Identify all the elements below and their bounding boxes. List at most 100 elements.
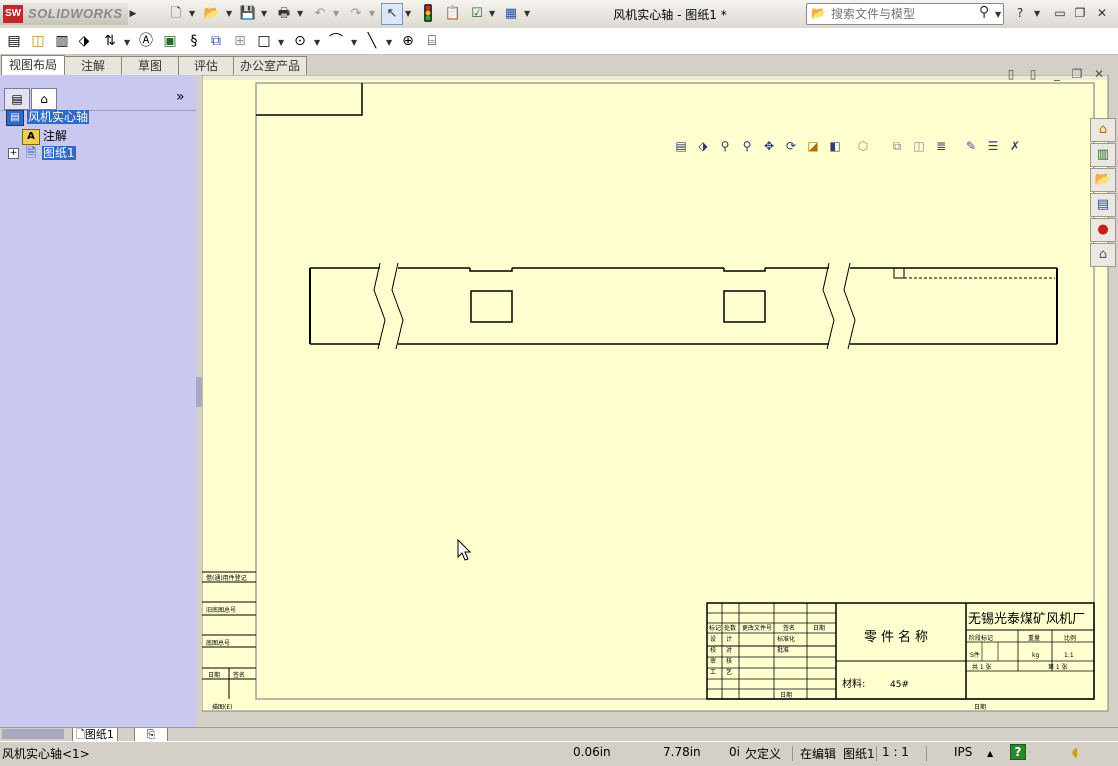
section-view-icon[interactable]: ⬗ <box>74 31 94 51</box>
circle-icon[interactable]: ⊙ <box>290 31 310 51</box>
table-icon[interactable]: ▦ <box>500 3 522 25</box>
chevron-down-icon[interactable]: ▼ <box>124 38 130 47</box>
solidworks-resources-icon[interactable]: ⌂ <box>1090 118 1116 142</box>
zoom-in-out-icon[interactable]: ⚲ <box>716 137 734 155</box>
search-box[interactable]: 📂 ⚲ ▼ <box>806 3 1004 25</box>
model-view-icon[interactable]: ▤ <box>4 31 24 51</box>
expand-icon[interactable]: + <box>8 148 19 159</box>
window-minimize-icon[interactable]: _ <box>1048 65 1066 83</box>
app-logo[interactable]: SW SOLIDWORKS <box>0 3 128 25</box>
rebuild-traffic-light-icon[interactable] <box>418 3 438 25</box>
arc-icon[interactable]: ⌒ <box>326 31 346 51</box>
chevron-down-icon[interactable]: ▼ <box>524 9 530 18</box>
edit-appearance-icon[interactable]: ✎ <box>962 137 980 155</box>
chevron-down-icon[interactable]: ▼ <box>278 38 284 47</box>
chevron-down-icon[interactable]: ▼ <box>351 38 357 47</box>
drawing-canvas[interactable]: 借(通)用件登记 旧底图总号 底图总号 日期 签名 描图(E) 标记 处数 更改… <box>202 75 1118 727</box>
alternate-position-icon[interactable]: ⧉ <box>206 31 226 51</box>
menu-expand-icon[interactable]: ▶ <box>128 3 138 25</box>
print-icon[interactable]: 🖶 <box>272 3 296 25</box>
chevron-down-icon[interactable]: ▼ <box>995 10 1001 19</box>
break-view-icon[interactable]: § <box>184 31 204 51</box>
file-properties-icon[interactable]: 📋 <box>442 3 464 25</box>
tab-office-products[interactable]: 办公室产品 <box>233 56 307 75</box>
add-sheet-icon[interactable]: ⎘ <box>134 728 168 742</box>
redo-icon[interactable]: ↷ <box>344 3 368 25</box>
search-icon[interactable]: ⚲ <box>979 4 989 20</box>
zoom-to-selection-icon[interactable]: ⚲ <box>738 137 756 155</box>
help-status-icon[interactable]: ? <box>1010 744 1026 760</box>
window-cascade-icon[interactable]: ▯ <box>1024 65 1042 83</box>
close-button[interactable]: ✕ <box>1094 5 1110 21</box>
auxiliary-view-icon[interactable]: ▥ <box>52 31 72 51</box>
line-format-icon[interactable]: ≣ <box>932 137 950 155</box>
standard-views-icon[interactable]: ⊞ <box>230 31 250 51</box>
tree-item-sheet[interactable]: + 🗎 图纸1 <box>8 145 76 161</box>
view-orientation-icon[interactable]: ⬡ <box>854 137 872 155</box>
undo-icon[interactable]: ↶ <box>308 3 332 25</box>
detail-view-icon[interactable]: ⇅ <box>100 31 120 51</box>
chevron-down-icon[interactable]: ▼ <box>369 9 375 18</box>
feature-tree-tab-icon[interactable]: ▤ <box>4 88 30 110</box>
rectangle-icon[interactable]: □ <box>254 31 274 51</box>
line-icon[interactable]: ╲ <box>362 31 382 51</box>
chevron-down-icon[interactable]: ▼ <box>226 9 232 18</box>
options-icon[interactable]: ☑ <box>466 3 488 25</box>
open-folder-icon[interactable]: 📂 <box>200 3 224 25</box>
tab-sketch[interactable]: 草图 <box>121 56 179 75</box>
crop-view-icon[interactable]: ▣ <box>160 31 180 51</box>
collapse-panel-icon[interactable]: » <box>176 89 185 105</box>
property-tab-icon[interactable]: ⌂ <box>31 88 57 110</box>
tab-annotation[interactable]: 注解 <box>64 56 122 75</box>
design-library-icon[interactable]: ▥ <box>1090 143 1116 167</box>
drawing-area[interactable]: 借(通)用件登记 旧底图总号 底图总号 日期 签名 描图(E) 标记 处数 更改… <box>202 67 1118 727</box>
rotate-icon[interactable]: ⟳ <box>782 137 800 155</box>
pan-icon[interactable]: ✥ <box>760 137 778 155</box>
file-explorer-icon[interactable]: 📂 <box>1090 168 1116 192</box>
minimize-button[interactable]: ▭ <box>1052 5 1068 21</box>
tab-view-layout[interactable]: 视图布局 <box>1 55 65 76</box>
chevron-down-icon[interactable]: ▼ <box>386 38 392 47</box>
save-icon[interactable]: 💾 <box>236 3 260 25</box>
hide-show-icon[interactable]: ◫ <box>910 137 928 155</box>
rebuild-status-icon[interactable]: ◖ <box>1072 745 1078 759</box>
line-thickness-icon[interactable]: ☰ <box>984 137 1002 155</box>
units-menu-icon[interactable]: ▲ <box>987 749 993 758</box>
restore-button[interactable]: ❐ <box>1072 5 1088 21</box>
appearances-icon[interactable]: ● <box>1090 218 1116 242</box>
chevron-down-icon[interactable]: ▼ <box>405 9 411 18</box>
line-style-icon[interactable]: ✗ <box>1006 137 1024 155</box>
section-cube-icon[interactable]: ◧ <box>826 137 844 155</box>
zoom-to-fit-icon[interactable]: ▤ <box>672 137 690 155</box>
select-pointer-icon[interactable]: ↖ <box>381 3 403 25</box>
tree-item-annotations[interactable]: A 注解 <box>22 128 67 145</box>
projected-view-icon[interactable]: ◫ <box>28 31 48 51</box>
window-tile-icon[interactable]: ▯ <box>1002 65 1020 83</box>
chevron-down-icon[interactable]: ▼ <box>189 9 195 18</box>
sheet-tab[interactable]: 🗋图纸1 <box>72 728 118 742</box>
new-document-icon[interactable]: 🗋 <box>164 3 188 25</box>
chevron-down-icon[interactable]: ▼ <box>333 9 339 18</box>
centerpoint-icon[interactable]: ⊕ <box>398 31 418 51</box>
window-restore-icon[interactable]: ❐ <box>1068 65 1086 83</box>
custom-properties-icon[interactable]: ⌂ <box>1090 243 1116 267</box>
chevron-down-icon[interactable]: ▼ <box>314 38 320 47</box>
tree-root[interactable]: ▤ 风机实心轴 <box>6 109 90 126</box>
zoom-to-area-icon[interactable]: ⬗ <box>694 137 712 155</box>
anchor-point-icon[interactable]: ⌸ <box>422 31 442 51</box>
window-close-icon[interactable]: ✕ <box>1090 65 1108 83</box>
previous-view-icon[interactable]: ◪ <box>804 137 822 155</box>
help-icon[interactable]: ? <box>1012 5 1028 21</box>
tab-evaluate[interactable]: 评估 <box>178 56 234 75</box>
tab-scroll-area[interactable] <box>2 729 64 739</box>
display-style-icon[interactable]: ⧉ <box>888 137 906 155</box>
search-input[interactable] <box>829 5 981 23</box>
chevron-down-icon[interactable]: ▼ <box>489 9 495 18</box>
status-scale[interactable]: 1 : 1 <box>882 745 909 759</box>
text-note-icon[interactable]: Ⓐ <box>136 31 156 51</box>
chevron-down-icon[interactable]: ▼ <box>297 9 303 18</box>
status-units[interactable]: IPS <box>954 745 972 759</box>
chevron-down-icon[interactable]: ▼ <box>261 9 267 18</box>
chevron-down-icon[interactable]: ▼ <box>1034 9 1040 18</box>
view-palette-icon[interactable]: ▤ <box>1090 193 1116 217</box>
